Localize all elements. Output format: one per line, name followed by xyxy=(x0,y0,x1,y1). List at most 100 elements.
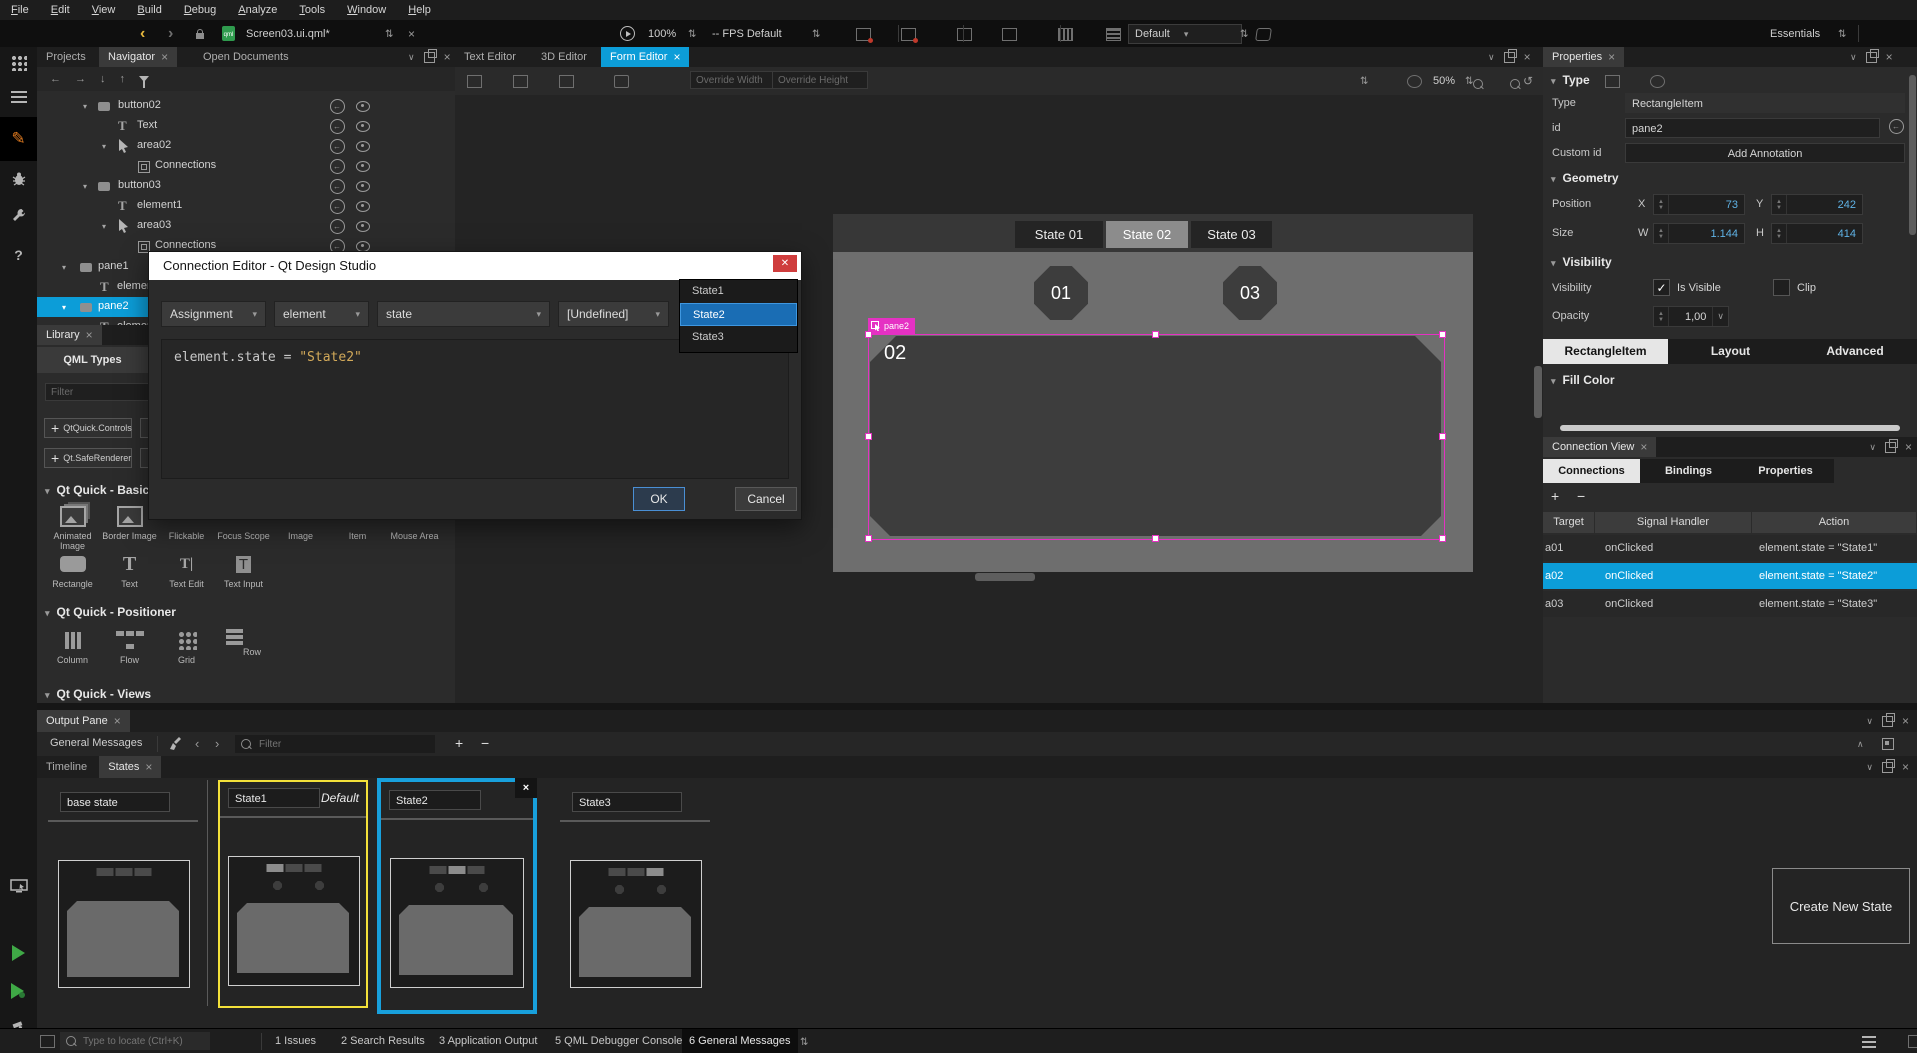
perspective-label[interactable]: Essentials xyxy=(1770,28,1820,40)
bounds-snap-icon[interactable] xyxy=(1002,28,1017,41)
target-icon[interactable] xyxy=(1407,75,1422,88)
filter-funnel-icon[interactable] xyxy=(139,76,149,82)
frame-timer-icon[interactable] xyxy=(901,28,916,41)
resize-handle[interactable] xyxy=(1152,331,1159,338)
document-close-button[interactable] xyxy=(408,28,415,41)
export-icon[interactable] xyxy=(330,219,345,234)
close-state-button[interactable]: × xyxy=(515,778,537,798)
export-icon[interactable] xyxy=(330,199,345,214)
show-bounds-icon[interactable] xyxy=(614,75,629,88)
create-new-state-button[interactable]: Create New State xyxy=(1772,868,1910,944)
preview-play-icon[interactable] xyxy=(620,26,635,41)
library-item-rectangle[interactable]: Rectangle xyxy=(44,551,101,589)
eye-icon[interactable] xyxy=(356,121,370,132)
close-icon[interactable] xyxy=(1640,441,1647,454)
popup-item-state1[interactable]: State1 xyxy=(680,280,797,303)
output-filter-input[interactable] xyxy=(257,738,401,751)
refresh-icon[interactable] xyxy=(1523,75,1533,88)
tab-connection-view[interactable]: Connection View xyxy=(1543,437,1656,457)
subtab-advanced[interactable]: Advanced xyxy=(1793,339,1917,364)
fps-stepper[interactable] xyxy=(812,29,820,40)
code-editor[interactable]: element.state = "State2" xyxy=(161,339,789,479)
column-signal-handler[interactable]: Signal Handler xyxy=(1595,512,1752,533)
close-icon[interactable] xyxy=(1524,51,1531,64)
id-input[interactable]: pane2 xyxy=(1625,118,1880,138)
float-icon[interactable] xyxy=(424,52,435,63)
tree-row[interactable]: ▾button03 xyxy=(37,176,455,196)
help-icon[interactable]: ? xyxy=(0,247,37,263)
float-icon[interactable] xyxy=(1885,442,1896,453)
section-qt-quick-views[interactable]: Qt Quick - Views xyxy=(45,687,151,701)
previous-icon[interactable]: ‹ xyxy=(195,737,199,750)
spin-arrows-icon[interactable]: ▲▼ xyxy=(1772,195,1787,214)
dialog-close-button[interactable]: ✕ xyxy=(773,255,797,272)
subtab-properties[interactable]: Properties xyxy=(1737,459,1834,483)
state-card-state2-selected[interactable]: State2 × xyxy=(377,778,537,1014)
collapse-icon[interactable] xyxy=(1850,52,1857,63)
locator-input[interactable] xyxy=(81,1035,203,1048)
spin-arrows-icon[interactable]: ▲▼ xyxy=(1654,195,1669,214)
section-visibility[interactable]: Visibility xyxy=(1551,255,1612,269)
clean-broom-icon[interactable] xyxy=(169,736,185,752)
canvas-zoom-value[interactable]: 50% xyxy=(1433,75,1455,87)
style-select[interactable]: Default xyxy=(1128,24,1242,44)
eye-icon[interactable] xyxy=(356,201,370,212)
w-spinbox[interactable]: ▲▼1.144 xyxy=(1653,223,1745,244)
horizontal-splitter[interactable] xyxy=(37,703,1917,710)
spin-arrows-icon[interactable]: ▲▼ xyxy=(1772,224,1787,243)
popup-item-state3[interactable]: State3 xyxy=(680,326,797,349)
menu-debug[interactable]: Debug xyxy=(173,0,227,20)
spin-arrows-icon[interactable]: ▲▼ xyxy=(1654,224,1669,243)
locator[interactable] xyxy=(60,1032,210,1050)
state-card-state1[interactable]: State1 Default xyxy=(218,780,368,1008)
collapse-icon[interactable] xyxy=(1866,716,1873,727)
tab-states[interactable]: States xyxy=(99,756,161,778)
collapse-icon[interactable] xyxy=(408,52,415,63)
state-thumbnail[interactable] xyxy=(390,858,524,988)
close-icon[interactable] xyxy=(86,329,93,342)
import-qtquick-controls-button[interactable]: QtQuick.Controls xyxy=(44,418,132,438)
select-items-icon[interactable] xyxy=(513,75,528,88)
resize-handle[interactable] xyxy=(1439,433,1446,440)
eye-icon[interactable] xyxy=(356,181,370,192)
properties-horizontal-scrollbar[interactable] xyxy=(1560,425,1900,431)
opacity-spinbox[interactable]: ▲▼1,00 xyxy=(1653,306,1729,327)
task-list-icon[interactable] xyxy=(1862,1036,1876,1048)
state-dropdown[interactable]: state xyxy=(377,301,550,327)
debug-run-button[interactable] xyxy=(0,983,37,1002)
add-connection-button[interactable] xyxy=(1551,489,1559,504)
expand-arrow-icon[interactable]: ▾ xyxy=(62,303,66,312)
type-value-field[interactable]: RectangleItem xyxy=(1625,93,1905,113)
library-item-flow[interactable]: Flow xyxy=(101,627,158,665)
connection-row[interactable]: a03 onClicked element.state = "State3" xyxy=(1543,591,1917,617)
tab-3d-editor[interactable]: 3D Editor xyxy=(532,47,596,67)
close-icon[interactable] xyxy=(444,51,451,64)
state-name-input[interactable]: State2 xyxy=(389,790,481,810)
snapping-icon[interactable] xyxy=(559,75,574,88)
float-icon[interactable] xyxy=(1882,762,1893,773)
menu-build[interactable]: Build xyxy=(126,0,172,20)
document-title[interactable]: Screen03.ui.qml* xyxy=(246,28,330,40)
artboard[interactable]: State 01 State 02 State 03 01 03 02 pane… xyxy=(833,214,1473,572)
tab-properties[interactable]: Properties xyxy=(1543,47,1624,67)
assignment-dropdown[interactable]: Assignment xyxy=(161,301,266,327)
close-icon[interactable] xyxy=(1902,761,1909,774)
expand-arrow-icon[interactable]: ▾ xyxy=(102,222,106,231)
export-icon[interactable] xyxy=(330,179,345,194)
state-thumbnail[interactable] xyxy=(228,856,360,986)
export-icon[interactable] xyxy=(1889,119,1904,134)
state-name-input[interactable]: base state xyxy=(60,792,170,812)
close-icon[interactable] xyxy=(1902,715,1909,728)
back-button[interactable] xyxy=(140,26,145,42)
library-item-animated-image[interactable]: Animated Image xyxy=(44,503,101,551)
library-item-column[interactable]: Column xyxy=(44,627,101,665)
move-down-icon[interactable] xyxy=(100,74,106,85)
tab-timeline[interactable]: Timeline xyxy=(37,756,96,778)
column-target[interactable]: Target xyxy=(1543,512,1595,533)
move-left-icon[interactable] xyxy=(50,74,61,85)
perspective-stepper[interactable] xyxy=(1838,29,1846,40)
add-annotation-button[interactable]: Add Annotation xyxy=(1625,143,1905,163)
edit-mode-icon[interactable] xyxy=(0,91,37,106)
tree-row[interactable]: ▾ area02 xyxy=(37,136,455,156)
fit-screen-icon[interactable] xyxy=(1605,75,1620,88)
